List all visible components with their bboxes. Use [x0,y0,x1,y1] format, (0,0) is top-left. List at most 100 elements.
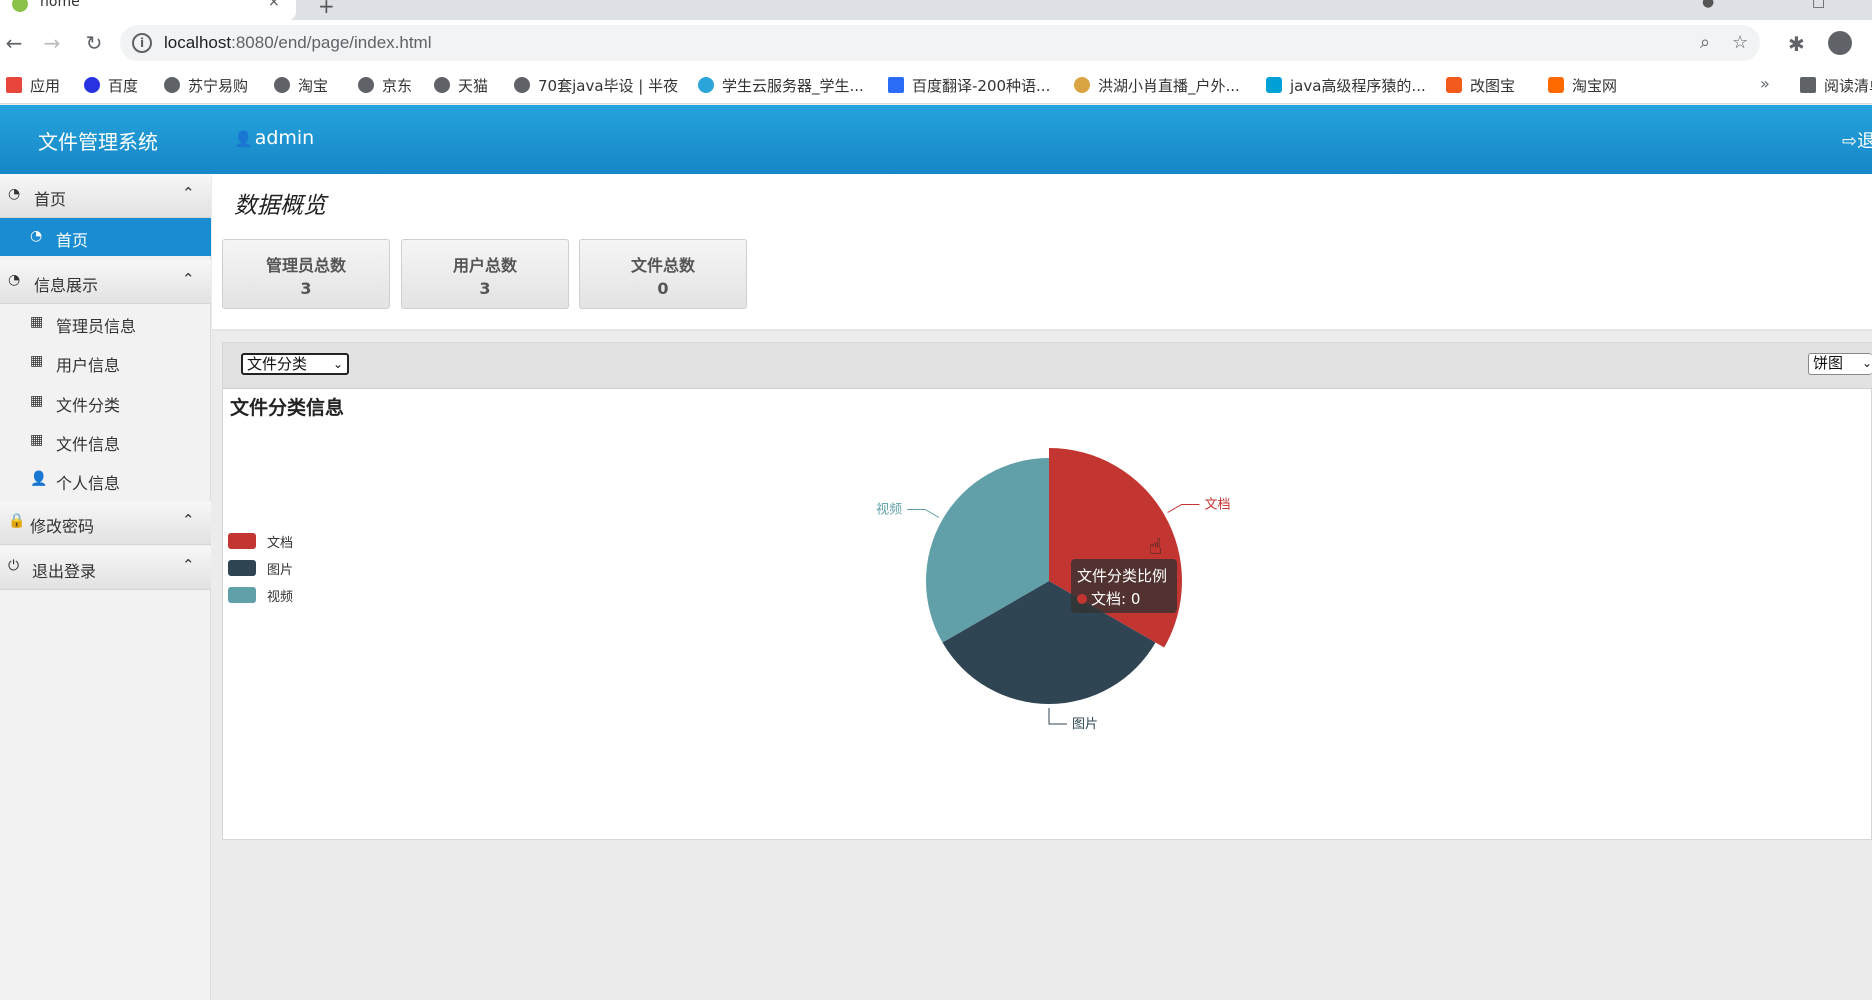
sidebar-item-file-info[interactable]: ▦ 文件信息 [0,422,211,460]
stat-value: 3 [479,279,491,298]
url-field[interactable]: i localhost:8080/end/page/index.html ⌕ ☆ [120,25,1760,61]
tooltip-title: 文件分类比例 [1077,567,1168,585]
reading-list-icon [1800,77,1816,93]
pie-slice-label: 视频 [876,503,902,518]
bilibili-icon [1266,77,1282,93]
sidebar-item-admin-info[interactable]: ▦ 管理员信息 [0,304,211,342]
current-user[interactable]: 👤 admin [234,127,314,149]
sign-out-icon: ⇨ [1842,131,1858,152]
stat-value: 3 [300,279,312,298]
bookmark-label: 洪湖小肖直播_户外... [1098,76,1240,95]
bookmark-item[interactable]: 洪湖小肖直播_户外... [1074,74,1240,96]
bookmark-label: 百度翻译-200种语... [912,76,1051,95]
bookmark-item[interactable]: 学生云服务器_学生... [698,74,864,96]
reading-list[interactable]: 阅读清单 [1800,74,1872,96]
bookmark-item[interactable]: 70套java毕设 | 半夜 [514,74,678,96]
globe-icon [274,77,290,93]
bookmark-item[interactable]: 苏宁易购 [164,74,248,96]
bookmark-item[interactable]: 百度 [84,74,138,96]
sidebar-item-label: 用户信息 [56,356,121,375]
chevron-up-icon: ⌃ [182,270,195,288]
taobao-icon [1548,77,1564,93]
forward-arrow-icon[interactable]: → [40,31,64,55]
site-info-icon[interactable]: i [132,33,152,53]
sidebar-group-label: 退出登录 [32,562,97,581]
sidebar-item-user-info[interactable]: ▦ 用户信息 [0,343,211,381]
sidebar-item-file-category[interactable]: ▦ 文件分类 [0,383,211,421]
apps-grid-icon [6,77,22,93]
globe-icon [514,77,530,93]
reload-icon[interactable]: ↻ [82,31,106,55]
bookmark-item[interactable]: 淘宝网 [1548,74,1617,96]
pie-slice-label: 文档 [1205,498,1231,513]
sidebar-group-label: 首页 [34,190,67,209]
new-tab-button[interactable]: + [318,0,335,18]
sidebar-group-change-password[interactable]: 🔒 修改密码 ⌃ [0,501,211,545]
tooltip-entry: 文档: 0 [1091,590,1141,608]
globe-icon [434,77,450,93]
bookmarks-more-icon[interactable]: » [1760,74,1770,93]
bookmark-label: 京东 [382,76,413,95]
bookmark-item[interactable]: 改图宝 [1446,74,1515,96]
profile-icon[interactable] [1828,31,1852,55]
stat-label: 用户总数 [452,256,517,275]
tab-search-icon[interactable]: ● [1702,0,1714,10]
browser-tab[interactable]: home × [0,0,296,20]
category-select[interactable]: 文件分类 ⌄ [241,353,349,375]
power-icon: ⏻ [8,558,20,574]
chevron-up-icon: ⌃ [182,556,195,574]
sidebar: ◔ 首页 ⌃ ◔ 首页 ◔ 信息展示 ⌃ ▦ 管理员信息 ▦ 用户信息 ▦ 文件… [0,174,211,1000]
zoom-icon[interactable]: ⌕ [1700,32,1710,53]
sidebar-item-home[interactable]: ◔ 首页 [0,218,211,256]
page-title: 数据概览 [234,193,326,219]
chart-type-select[interactable]: 饼图 ⌄ [1808,353,1872,375]
pie-label-line [1048,708,1067,725]
sidebar-group-home[interactable]: ◔ 首页 ⌃ [0,174,211,218]
url-host: localhost [164,33,232,52]
pie-slice-label: 图片 [1072,717,1098,732]
chart-toolbar: 文件分类 ⌄ 饼图 ⌄ [223,343,1872,389]
bookmark-label: 天猫 [458,76,489,95]
sidebar-item-personal-info[interactable]: 👤 个人信息 [0,461,211,499]
stat-card-files: 文件总数 0 [579,239,747,309]
bookmark-label: 70套java毕设 | 半夜 [538,76,679,95]
lock-icon: 🔒 [8,513,26,529]
chevron-down-icon: ⌄ [332,357,343,371]
bookmark-item[interactable]: java高级程序猿的... [1266,74,1426,96]
puzzle-icon[interactable]: ✱ [1788,32,1805,56]
bookmark-label: 百度 [108,76,139,95]
app-title: 文件管理系统 [38,130,158,154]
logout-link[interactable]: ⇨退出 [1842,127,1872,153]
bookmark-label: 苏宁易购 [188,76,249,95]
dashboard-icon: ◔ [8,272,21,288]
user-name: admin [254,127,315,149]
sidebar-item-label: 首页 [56,231,89,250]
dashboard-icon: ◔ [30,228,43,244]
table-icon: ▦ [30,353,44,369]
chevron-down-icon: ⌄ [1861,356,1872,370]
tab-title: home [40,0,80,10]
hand-cursor-icon: ☝ [1149,535,1163,560]
bookmark-item[interactable]: 天猫 [434,74,488,96]
window-restore-icon[interactable]: □ [1812,0,1825,10]
url-path: :8080/end/page/index.html [231,33,432,52]
bookmark-item[interactable]: 应用 [6,74,60,96]
bookmark-item[interactable]: 百度翻译-200种语... [888,74,1050,96]
user-icon: 👤 [234,130,253,148]
bookmark-item[interactable]: 京东 [358,74,412,96]
sidebar-group-logout[interactable]: ⏻ 退出登录 ⌃ [0,546,211,590]
bookmark-label: 学生云服务器_学生... [722,76,864,95]
stat-card-users: 用户总数 3 [401,239,569,309]
cloud-icon [698,77,714,93]
globe-icon [358,77,374,93]
tooltip-dot-icon [1077,594,1087,604]
translate-icon [888,77,904,93]
sidebar-item-label: 管理员信息 [56,317,137,336]
bookmark-item[interactable]: 淘宝 [274,74,328,96]
back-arrow-icon[interactable]: ← [2,31,26,55]
tab-close-icon[interactable]: × [268,0,280,10]
sidebar-group-info[interactable]: ◔ 信息展示 ⌃ [0,260,211,304]
url-text[interactable]: localhost:8080/end/page/index.html [164,33,431,53]
star-icon[interactable]: ☆ [1732,32,1748,53]
pie-label-line [1167,504,1200,513]
